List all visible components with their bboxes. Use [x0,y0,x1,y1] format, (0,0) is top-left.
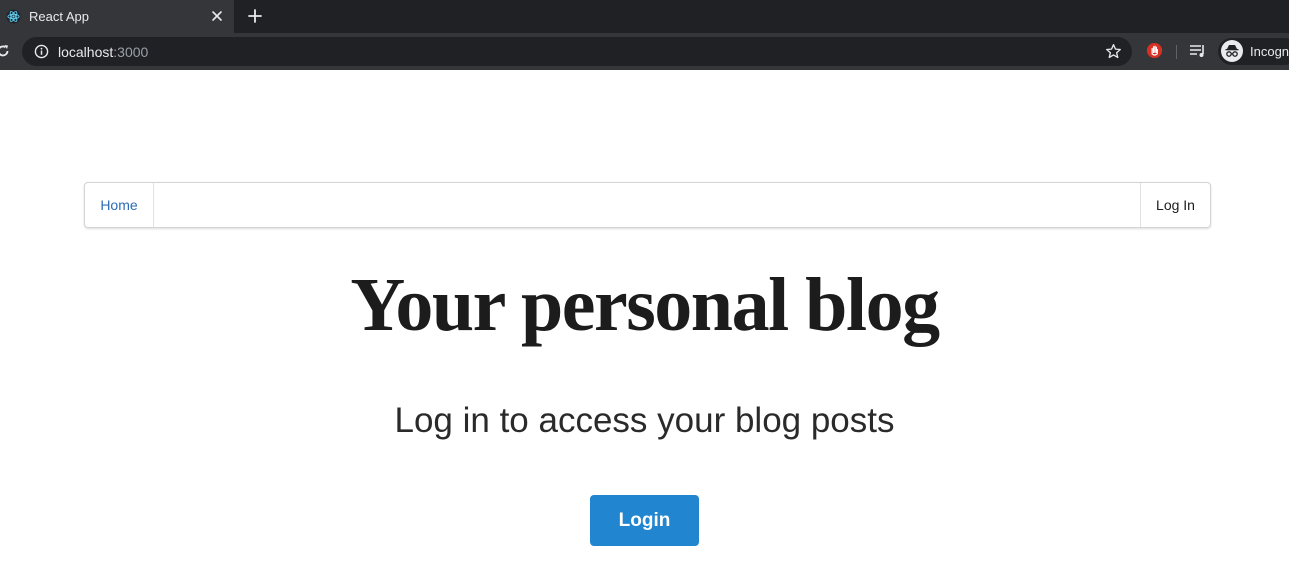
browser-tab-strip: React App [0,0,1289,33]
nav-login-link[interactable]: Log In [1140,183,1210,227]
media-queue-icon[interactable] [1189,43,1207,59]
hand-stop-icon[interactable] [1146,42,1163,59]
browser-toolbar: localhost:3000 Incognito [0,33,1289,70]
info-icon[interactable] [34,44,49,59]
incognito-profile-button[interactable]: Incognito [1218,38,1289,65]
login-button[interactable]: Login [590,495,699,546]
url-text[interactable]: localhost:3000 [58,44,148,60]
plus-icon[interactable] [248,9,262,23]
nav-home-link[interactable]: Home [85,183,154,227]
star-icon[interactable] [1105,43,1122,60]
address-bar[interactable]: localhost:3000 [22,37,1132,66]
browser-tab[interactable]: React App [0,0,234,33]
incognito-icon [1221,40,1243,62]
react-favicon-icon [6,9,21,24]
toolbar-divider [1176,45,1177,59]
reload-icon[interactable] [0,44,10,58]
url-port: :3000 [113,44,149,60]
page-subtitle: Log in to access your blog posts [394,401,895,440]
tab-title: React App [29,9,89,24]
close-icon[interactable] [210,9,224,23]
url-host: localhost [58,44,114,60]
top-menu: Home Log In [84,182,1211,228]
page-title: Your personal blog [350,263,940,347]
incognito-label: Incognito [1250,44,1289,59]
